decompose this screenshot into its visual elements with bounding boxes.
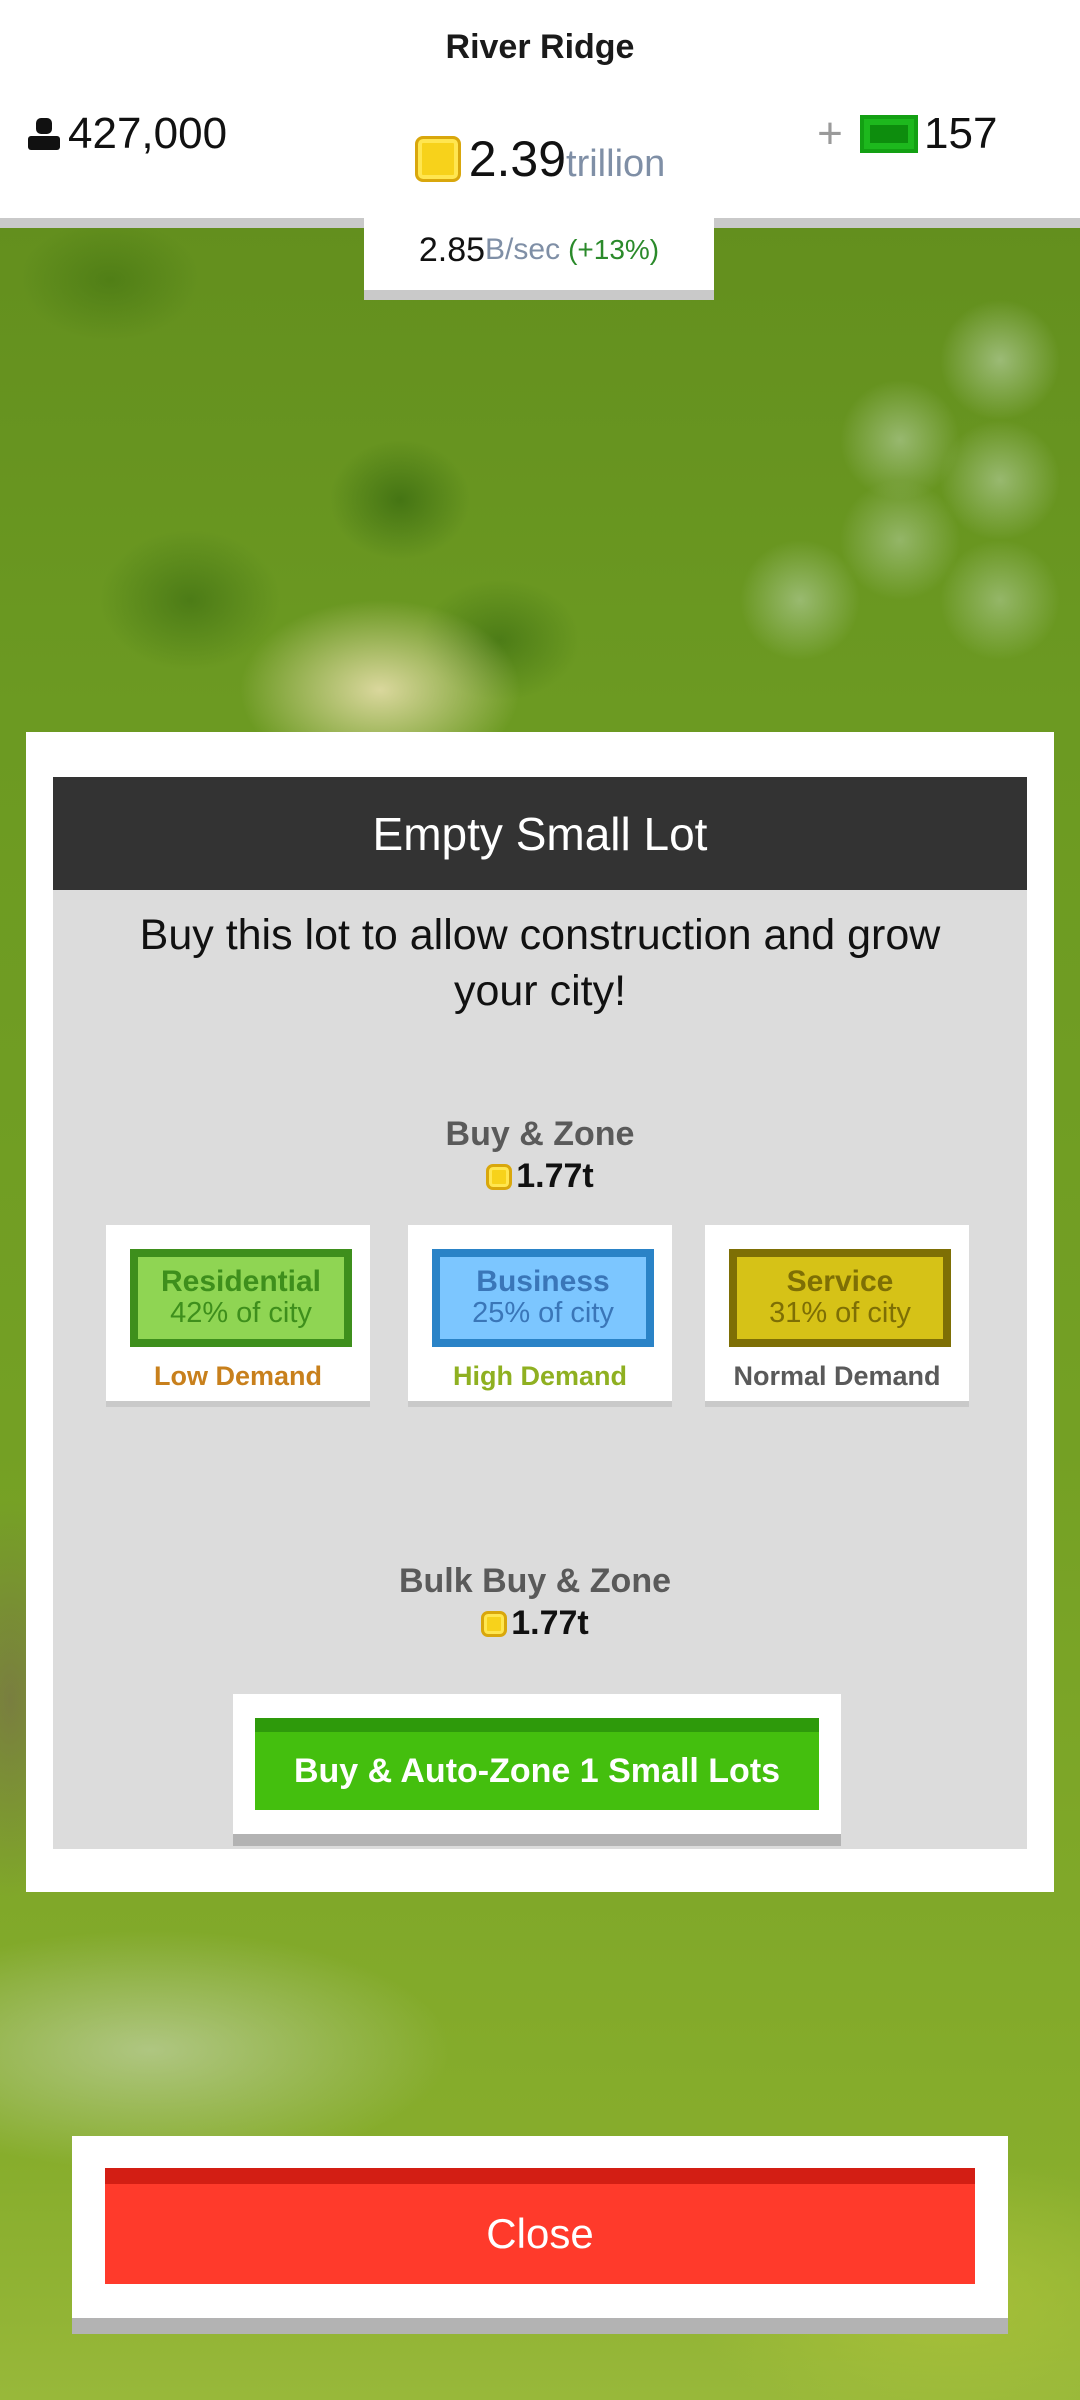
- zone-card-business: Business 25% of city High Demand: [408, 1225, 672, 1407]
- person-icon: [28, 118, 60, 150]
- close-card: Close: [72, 2136, 1008, 2334]
- bulk-buy-price-value: 1.77t: [511, 1604, 589, 1642]
- dialog-title: Empty Small Lot: [53, 777, 1027, 890]
- city-name: River Ridge: [445, 28, 635, 66]
- zone-demand: Low Demand: [153, 1361, 322, 1391]
- coin-icon: [481, 1610, 508, 1637]
- buy-zone-title: Buy & Zone: [445, 1115, 635, 1153]
- zone-name: Residential: [160, 1265, 322, 1298]
- rate-unit: B/sec: [485, 233, 561, 266]
- cash-counter[interactable]: 157: [860, 104, 997, 164]
- population-counter: 427,000: [26, 104, 227, 164]
- coins-unit: trillion: [566, 143, 666, 185]
- cash-icon: [860, 115, 918, 153]
- coins-amount: 2.39: [468, 131, 567, 187]
- dialog-description: Buy this lot to allow construction and g…: [139, 911, 941, 1015]
- population-value: 427,000: [68, 109, 228, 158]
- zone-business-button[interactable]: Business 25% of city: [432, 1249, 654, 1347]
- zone-card-residential: Residential 42% of city Low Demand: [106, 1225, 370, 1407]
- bulk-buy-card: Buy & Auto-Zone 1 Small Lots: [233, 1694, 841, 1846]
- zone-name: Service: [786, 1265, 894, 1298]
- buy-zone-price: 1.77t: [53, 1157, 1027, 1196]
- zone-demand: High Demand: [452, 1361, 627, 1391]
- rate-value: 2.85: [418, 230, 486, 269]
- zone-residential-button[interactable]: Residential 42% of city: [130, 1249, 352, 1347]
- top-status-bar: River Ridge 427,000 2.39 trillion + 157: [0, 0, 1080, 228]
- zone-share: 31% of city: [769, 1297, 911, 1329]
- coins-counter: 2.39 trillion: [360, 130, 720, 188]
- zone-demand: Normal Demand: [733, 1361, 941, 1391]
- coin-icon: [414, 136, 461, 182]
- lot-dialog: Empty Small Lot Buy this lot to allow co…: [26, 732, 1054, 1892]
- coin-icon: [486, 1163, 513, 1190]
- buy-zone-price-value: 1.77t: [516, 1157, 594, 1195]
- zone-share: 42% of city: [170, 1297, 312, 1329]
- zone-service-button[interactable]: Service 31% of city: [729, 1249, 951, 1347]
- lot-dialog-body: Empty Small Lot Buy this lot to allow co…: [53, 777, 1027, 1849]
- bulk-buy-title: Bulk Buy & Zone: [398, 1562, 672, 1600]
- zone-name: Business: [476, 1265, 610, 1298]
- close-button[interactable]: Close: [105, 2168, 975, 2284]
- cash-value: 157: [924, 109, 998, 158]
- rate-change: (+13%): [568, 234, 660, 265]
- income-rate-panel: 2.85 B/sec (+13%): [364, 210, 714, 300]
- zone-card-service: Service 31% of city Normal Demand: [705, 1225, 969, 1407]
- bulk-buy-button[interactable]: Buy & Auto-Zone 1 Small Lots: [255, 1718, 819, 1810]
- bulk-buy-price: 1.77t: [48, 1604, 1022, 1643]
- add-cash-button[interactable]: +: [810, 104, 850, 164]
- zone-share: 25% of city: [472, 1297, 614, 1329]
